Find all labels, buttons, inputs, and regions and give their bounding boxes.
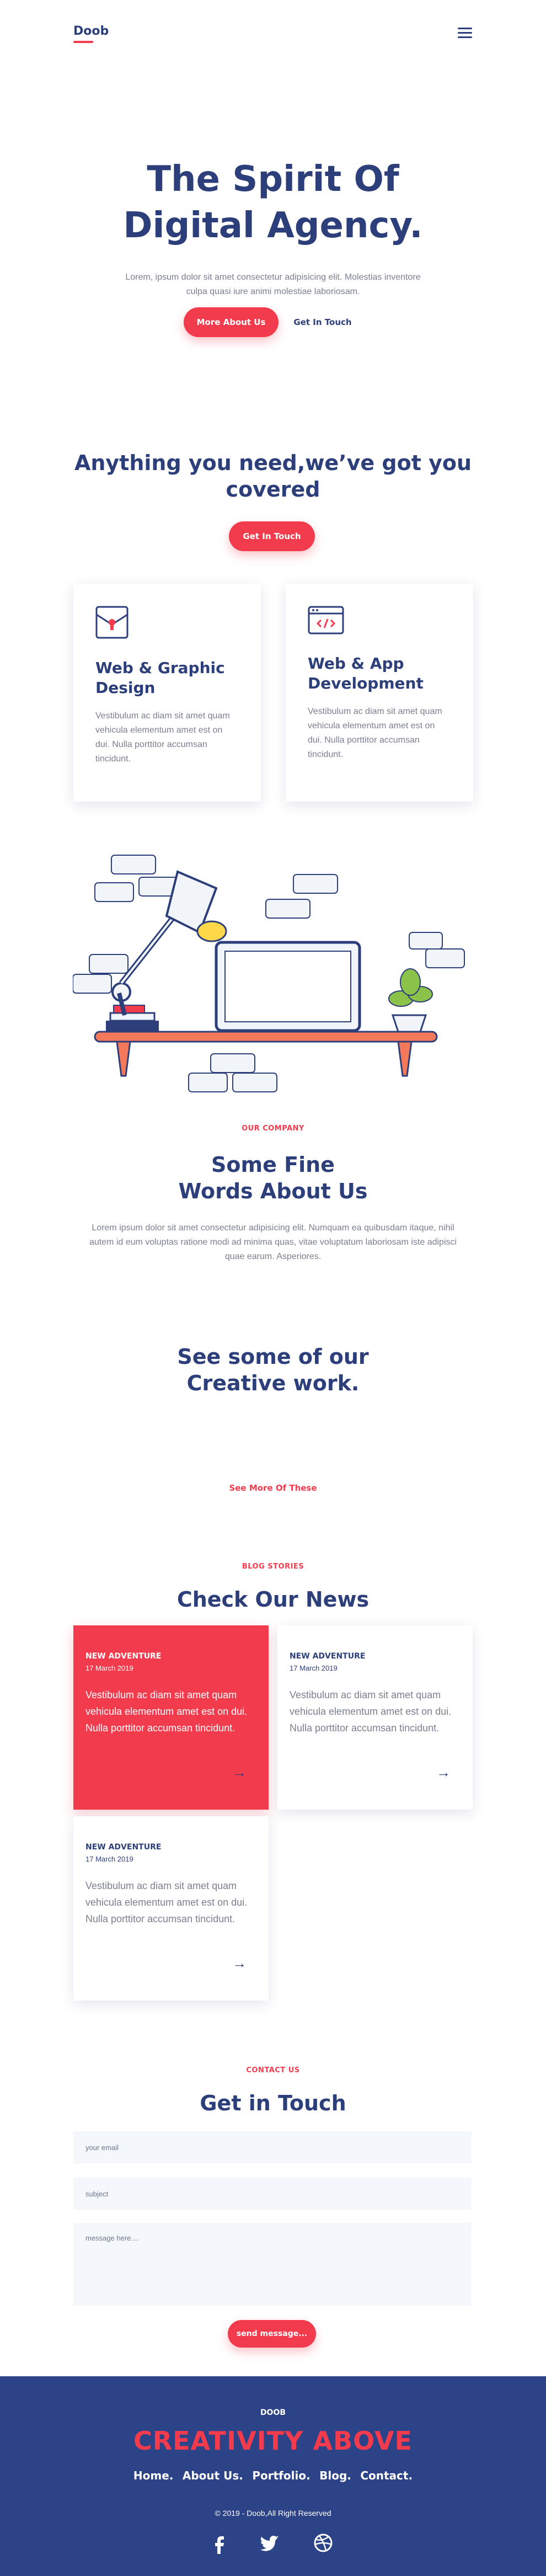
contact-title: Get in Touch [200, 2091, 346, 2115]
about-text: Lorem ipsum dolor sit amet consectetur a… [89, 1223, 457, 1261]
work-title: See some of our Creative work. [0, 1343, 546, 1396]
desk-illustration [72, 850, 473, 1098]
footer-nav-contact[interactable]: Contact. [360, 2469, 413, 2482]
news-text: Vestibulum ac diam sit amet quam vehicul… [290, 1689, 452, 1734]
get-in-touch-link[interactable]: Get In Touch [292, 307, 353, 337]
service-card-text: Vestibulum ac diam sit amet quam vehicul… [308, 707, 442, 759]
footer-brand: DOOB [260, 2408, 286, 2417]
footer-nav: Home. About Us. Portfolio. Blog. Contact… [0, 2469, 546, 2482]
about-title-line2: Words About Us [178, 1179, 368, 1203]
footer-nav-home[interactable]: Home. [133, 2469, 173, 2482]
subject-field[interactable] [73, 2178, 472, 2210]
news-date: 17 March 2019 [85, 1855, 133, 1863]
footer-tagline: CREATIVITY ABOVE [133, 2426, 413, 2456]
arrow-right-icon[interactable]: → [232, 1955, 247, 1972]
news-card[interactable]: NEW ADVENTURE 17 March 2019 Vestibulum a… [73, 1816, 269, 2001]
envelope-icon [95, 606, 239, 642]
site-footer: DOOB CREATIVITY ABOVE Home. About Us. Po… [0, 2376, 546, 2576]
footer-nav-about[interactable]: About Us. [183, 2469, 243, 2482]
message-field[interactable] [73, 2223, 472, 2306]
news-tag: NEW ADVENTURE [85, 1843, 162, 1852]
service-card-title: Web & App Development [308, 654, 424, 692]
news-text: Vestibulum ac diam sit amet quam vehicul… [85, 1689, 248, 1734]
send-message-button[interactable]: send message... [228, 2320, 316, 2348]
more-about-us-button[interactable]: More About Us [184, 307, 279, 337]
hero-description: Lorem, ipsum dolor sit amet consectetur … [125, 273, 421, 296]
service-card-title: Web & Graphic Design [95, 659, 225, 697]
copyright: © 2019 - Doob,All Right Reserved [215, 2509, 331, 2518]
services-get-in-touch-button[interactable]: Get In Touch [229, 521, 315, 551]
news-card[interactable]: NEW ADVENTURE 17 March 2019 Vestibulum a… [277, 1625, 473, 1810]
twitter-icon[interactable] [259, 2532, 281, 2554]
about-title: Some Fine Words About Us [0, 1151, 546, 1204]
browser-code-icon [308, 606, 451, 637]
blog-title: Check Our News [176, 1587, 370, 1612]
hamburger-menu-icon[interactable] [458, 28, 472, 39]
blog-eyebrow: BLOG STORIES [242, 1562, 304, 1571]
site-header: Doob [0, 0, 546, 66]
news-tag: NEW ADVENTURE [85, 1652, 162, 1661]
arrow-right-icon[interactable]: → [232, 1764, 247, 1781]
news-text: Vestibulum ac diam sit amet quam vehicul… [85, 1880, 248, 1924]
news-date: 17 March 2019 [85, 1664, 133, 1672]
logo[interactable]: Doob [73, 24, 109, 38]
about-eyebrow: OUR COMPANY [242, 1124, 304, 1133]
about-title-line1: Some Fine [211, 1153, 335, 1177]
services-title-line2: covered [226, 477, 320, 502]
service-card-development: Web & App Development Vestibulum ac diam… [286, 584, 473, 802]
news-tag: NEW ADVENTURE [290, 1652, 366, 1661]
email-field[interactable] [73, 2131, 472, 2163]
logo-underline [73, 41, 93, 43]
arrow-right-icon[interactable]: → [436, 1764, 451, 1781]
service-card-design: Web & Graphic Design Vestibulum ac diam … [73, 584, 261, 802]
contact-eyebrow: CONTACT US [246, 2066, 300, 2074]
services-title: Anything you need,we’ve got you covered [0, 450, 546, 503]
facebook-icon[interactable] [208, 2532, 231, 2554]
footer-nav-blog[interactable]: Blog. [319, 2469, 351, 2482]
news-date: 17 March 2019 [290, 1664, 338, 1672]
work-title-line2: Creative work. [186, 1371, 360, 1395]
hero-title-line1: The Spirit Of [147, 159, 399, 200]
work-title-line1: See some of our [177, 1345, 369, 1369]
hero-title-line2: Digital Agency. [123, 205, 423, 246]
services-title-line1: Anything you need,we’ve got you [74, 451, 472, 475]
see-more-link[interactable]: See More Of These [0, 1483, 546, 1493]
news-card[interactable]: NEW ADVENTURE 17 March 2019 Vestibulum a… [73, 1625, 269, 1810]
service-card-text: Vestibulum ac diam sit amet quam vehicul… [95, 711, 230, 764]
hero-title: The Spirit Of Digital Agency. [0, 156, 546, 249]
dribbble-icon[interactable] [312, 2532, 334, 2554]
footer-nav-portfolio[interactable]: Portfolio. [252, 2469, 310, 2482]
